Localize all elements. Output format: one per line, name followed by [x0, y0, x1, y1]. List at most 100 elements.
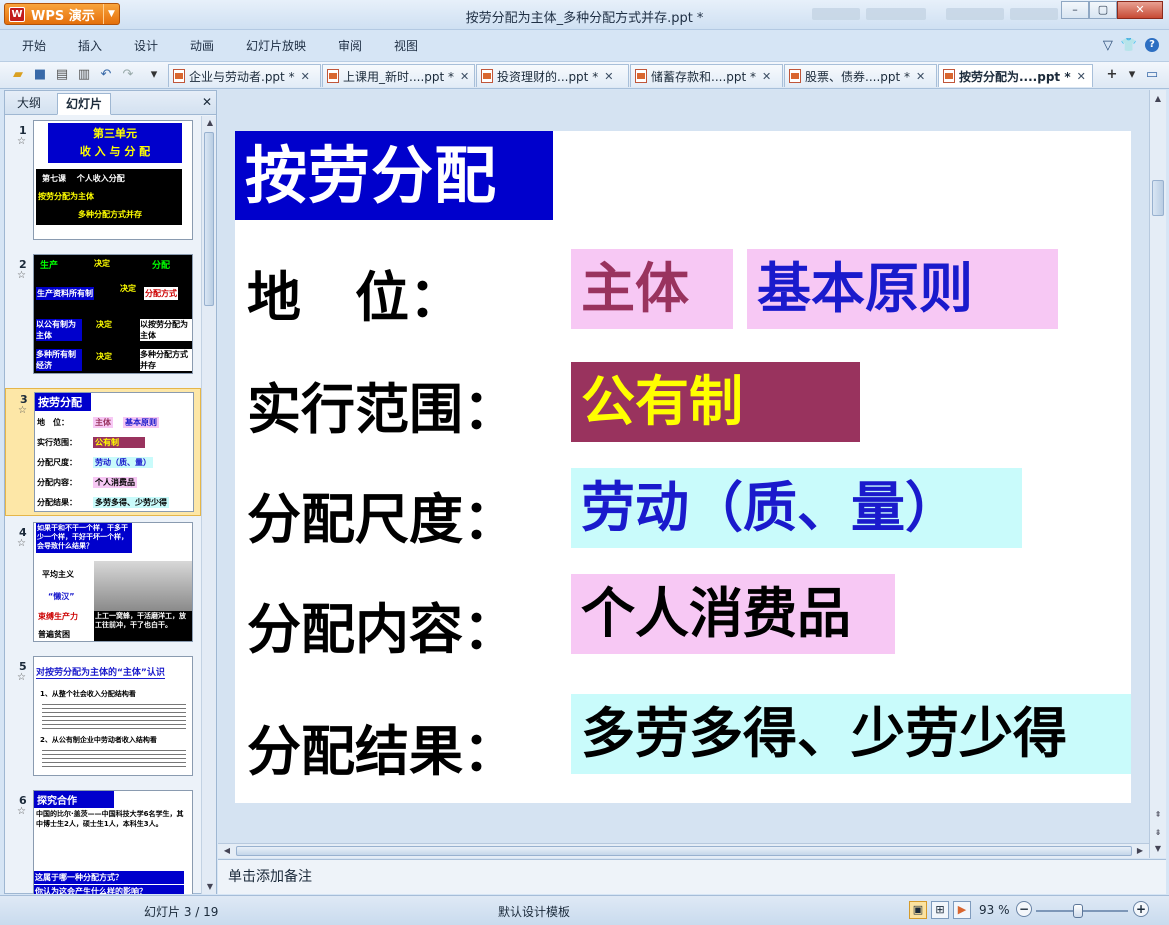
thumb-line: 个人消费品	[93, 477, 137, 488]
new-tab-icon[interactable]: +	[1104, 67, 1120, 83]
thumb-line: 多种分配方式并存	[78, 210, 142, 219]
slide-sorter-icon[interactable]: ⊞	[931, 901, 949, 919]
thumb-line: 第七课 个人收入分配	[42, 174, 125, 183]
notes-pane[interactable]: 单击添加备注	[218, 859, 1166, 894]
close-icon[interactable]: ✕	[1077, 70, 1086, 83]
thumb-line: 决定	[120, 284, 136, 293]
slide-thumbnail-1[interactable]: 1 ☆ 第三单元 收 入 与 分 配 第七课 个人收入分配 按劳分配为主体 多种…	[5, 120, 201, 248]
maximize-button[interactable]: ▢	[1089, 1, 1117, 19]
menu-review[interactable]: 审阅	[338, 37, 362, 54]
label-scope[interactable]: 实行范围：	[247, 365, 517, 444]
slide-title[interactable]: 按劳分配	[235, 131, 553, 220]
thumb-line: 分配	[152, 261, 171, 271]
menu-view[interactable]: 视图	[394, 37, 418, 54]
slide-horizontal-scrollbar[interactable]: ◀ ▶	[218, 843, 1149, 858]
print-preview-icon[interactable]: ▥	[76, 67, 92, 83]
label-result[interactable]: 分配结果：	[247, 707, 517, 786]
thumb-text-block	[42, 701, 186, 729]
doc-tab-3[interactable]: 投资理财的...ppt * ✕	[476, 64, 629, 87]
open-folder-icon[interactable]: ▰	[10, 67, 26, 83]
thumb-line: 分配方式	[144, 287, 178, 300]
doc-tab-6-active[interactable]: 按劳分配为....ppt * ✕	[938, 64, 1093, 87]
close-icon[interactable]: ✕	[604, 70, 613, 83]
thumbnail-scrollbar[interactable]: ▲ ▼	[201, 116, 216, 894]
thumb-line: 分配结果：	[37, 498, 77, 507]
thumb-line: 劳动（质、量）	[93, 457, 153, 468]
menu-insert[interactable]: 插入	[78, 37, 102, 54]
slide-vertical-scrollbar[interactable]: ▲ ⇞ ⇟ ▼	[1149, 90, 1166, 858]
thumb-line: 上工一窝蜂，干活磨洋工，放工往前冲，干了也白干。	[94, 611, 192, 641]
slide-thumbnail-5[interactable]: 5 ☆ 对按劳分配为主体的“主体”认识 1、从整个社会收入分配结构看 2、从公有…	[5, 656, 201, 784]
close-icon[interactable]: ✕	[202, 95, 212, 109]
close-icon[interactable]: ✕	[460, 70, 469, 83]
customize-icon[interactable]: ▾	[146, 67, 162, 83]
doc-tab-1[interactable]: 企业与劳动者.ppt * ✕	[168, 64, 321, 87]
scroll-down-icon[interactable]: ▼	[1151, 842, 1165, 856]
save-icon[interactable]: ■	[32, 67, 48, 83]
value-personal-consumer-goods[interactable]: 个人消费品	[571, 574, 895, 654]
thumb-line: 对按劳分配为主体的“主体”认识	[36, 665, 165, 679]
value-public-ownership[interactable]: 公有制	[571, 362, 860, 442]
close-icon[interactable]: ✕	[762, 70, 771, 83]
minimize-button[interactable]: –	[1061, 1, 1089, 19]
label-measure[interactable]: 分配尺度：	[247, 475, 517, 554]
menu-slideshow[interactable]: 幻灯片放映	[246, 37, 306, 54]
thumb-line: 决定	[94, 259, 110, 268]
thumb-line: 按劳分配为主体	[38, 192, 94, 201]
scroll-thumb[interactable]	[1152, 180, 1164, 216]
value-basic-principle[interactable]: 基本原则	[747, 249, 1058, 329]
print-icon[interactable]: ▤	[54, 67, 70, 83]
scroll-thumb[interactable]	[204, 132, 214, 306]
label-status[interactable]: 地 位：	[247, 253, 463, 332]
thumbnail-preview: 第三单元 收 入 与 分 配 第七课 个人收入分配 按劳分配为主体 多种分配方式…	[33, 120, 193, 240]
close-button[interactable]: ✕	[1117, 1, 1163, 19]
tab-slides[interactable]: 幻灯片	[57, 93, 112, 115]
scroll-down-icon[interactable]: ▼	[203, 880, 217, 894]
slide-thumbnail-4[interactable]: 4 ☆ 如果干和不干一个样，干多干少一个样，干好干坏一个样，会导致什么结果？ 平…	[5, 522, 201, 650]
animation-star-icon: ☆	[17, 270, 26, 281]
value-labor-quality-quantity[interactable]: 劳动（质、量）	[571, 468, 1022, 548]
menu-design[interactable]: 设计	[134, 37, 158, 54]
zoom-out-button[interactable]: −	[1016, 901, 1032, 917]
slide-thumbnail-3-selected[interactable]: 3 ☆ 按劳分配 地 位： 主体 基本原则 实行范围： 公有制 分配尺度： 劳动…	[5, 388, 201, 516]
slide-thumbnail-2[interactable]: 2 ☆ 生产 决定 分配 生产资料所有制 决定 分配方式 以公有制为主体 决定 …	[5, 254, 201, 382]
zoom-in-button[interactable]: +	[1133, 901, 1149, 917]
doc-tab-5[interactable]: 股票、债券....ppt * ✕	[784, 64, 937, 87]
window-layout-icon[interactable]: ▭	[1144, 67, 1160, 83]
close-icon[interactable]: ✕	[916, 70, 925, 83]
label-content[interactable]: 分配内容：	[247, 585, 517, 664]
normal-view-icon[interactable]: ▣	[909, 901, 927, 919]
slide-thumbnail-6[interactable]: 6 ☆ 探究合作 中国的比尔·盖茨——中国科技大学6名学生，其中博士生2人，硕士…	[5, 790, 201, 894]
menu-home[interactable]: 开始	[22, 37, 46, 54]
menu-animation[interactable]: 动画	[190, 37, 214, 54]
value-more-work-more-pay[interactable]: 多劳多得、少劳少得	[571, 694, 1131, 774]
ppt-file-icon	[481, 69, 493, 83]
doc-tab-label: 上课用_新时....ppt *	[343, 69, 455, 84]
chevron-down-icon[interactable]: ▽	[1103, 38, 1113, 53]
scroll-right-icon[interactable]: ▶	[1133, 844, 1147, 858]
help-icon[interactable]: ?	[1145, 38, 1159, 52]
redo-icon[interactable]: ↷	[120, 67, 136, 83]
thumb-line: 中国的比尔·盖茨——中国科技大学6名学生，其中博士生2人，硕士生1人，本科生3人…	[36, 810, 184, 828]
zoom-slider-knob[interactable]	[1073, 904, 1083, 918]
doc-tab-4[interactable]: 储蓄存款和....ppt * ✕	[630, 64, 783, 87]
scroll-up-icon[interactable]: ▲	[203, 116, 217, 130]
value-main-body[interactable]: 主体	[571, 249, 733, 329]
doc-tab-2[interactable]: 上课用_新时....ppt * ✕	[322, 64, 475, 87]
slideshow-icon[interactable]: ▶	[953, 901, 971, 919]
undo-icon[interactable]: ↶	[98, 67, 114, 83]
ppt-file-icon	[789, 69, 801, 83]
thumbnail-preview: 如果干和不干一个样，干多干少一个样，干好干坏一个样，会导致什么结果？ 平均主义 …	[33, 522, 193, 642]
scroll-left-icon[interactable]: ◀	[220, 844, 234, 858]
next-slide-icon[interactable]: ⇟	[1151, 826, 1165, 840]
tab-list-icon[interactable]: ▾	[1124, 67, 1140, 83]
previous-slide-icon[interactable]: ⇞	[1151, 808, 1165, 822]
shirt-icon[interactable]: 👕	[1121, 38, 1137, 53]
current-slide[interactable]: 按劳分配 地 位： 主体 基本原则 实行范围： 公有制 分配尺度： 劳动（质、量…	[235, 131, 1131, 803]
thumb-line: 实行范围：	[37, 438, 77, 447]
scroll-up-icon[interactable]: ▲	[1151, 92, 1165, 106]
scroll-thumb[interactable]	[236, 846, 1132, 856]
close-icon[interactable]: ✕	[301, 70, 310, 83]
tab-outline[interactable]: 大纲	[9, 93, 49, 115]
design-template-name: 默认设计模板	[498, 905, 571, 919]
